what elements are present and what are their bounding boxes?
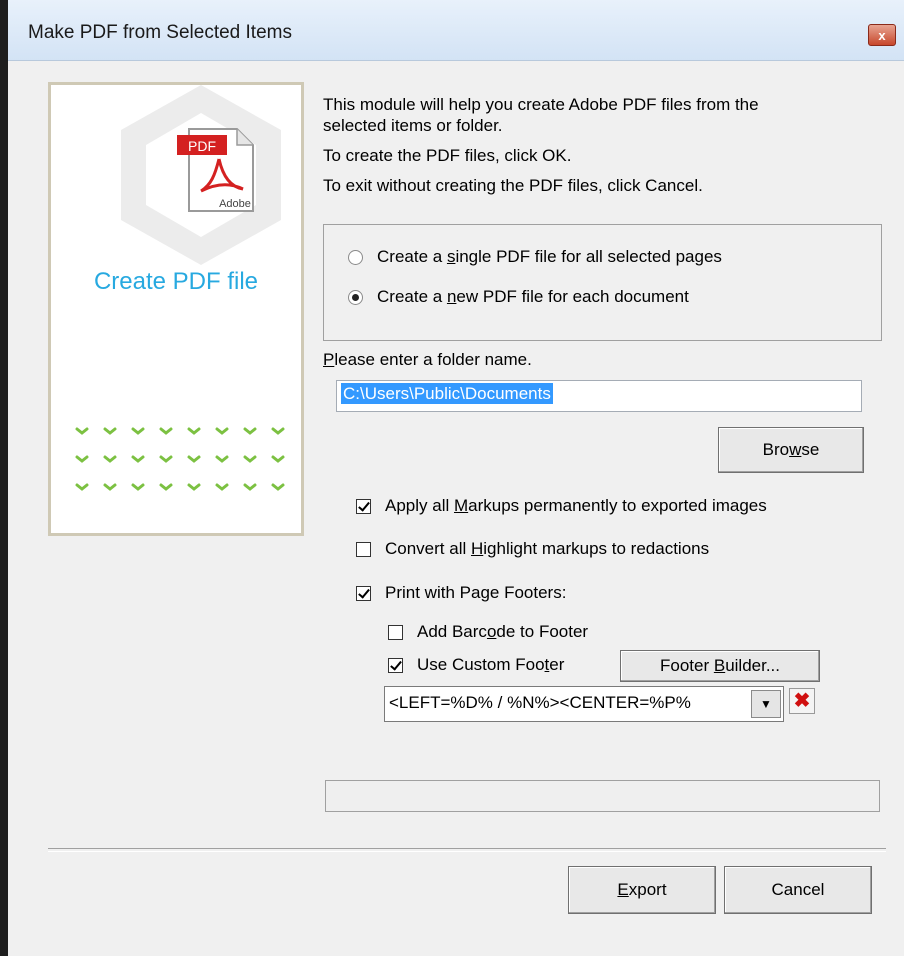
add-barcode-label: Add Barcode to Footer: [417, 622, 589, 641]
browse-button[interactable]: Browse: [718, 427, 864, 473]
pdf-icon-label: PDF: [188, 138, 216, 154]
intro-text-line3: To create the PDF files, click OK.: [323, 146, 572, 165]
side-panel: PDF Adobe Create PDF file: [48, 82, 304, 536]
dialog-window: Make PDF from Selected Items x PDF Adobe…: [0, 0, 904, 956]
output-mode-group: Create a single PDF file for all selecte…: [323, 224, 882, 341]
pdf-file-icon: PDF Adobe: [177, 128, 254, 212]
window-title: Make PDF from Selected Items: [28, 22, 292, 43]
radio-each-indicator[interactable]: [348, 289, 363, 305]
cancel-button[interactable]: Cancel: [724, 866, 872, 914]
add-barcode-option[interactable]: Add Barcode to Footer: [388, 622, 588, 642]
divider: [48, 848, 886, 852]
intro-text-line1: This module will help you create Adobe P…: [323, 95, 759, 114]
footer-format-combo[interactable]: <LEFT=%D% / %N%><CENTER=%P% ▼: [384, 686, 784, 722]
print-footers-label: Print with Page Footers:: [385, 583, 567, 602]
pdf-icon-brand: Adobe: [219, 198, 251, 210]
print-footers-option[interactable]: Print with Page Footers:: [356, 583, 566, 603]
radio-single-label: Create a single PDF file for all selecte…: [377, 247, 722, 266]
side-panel-title: Create PDF file: [93, 268, 259, 295]
folder-input-value: C:\Users\Public\Documents: [341, 383, 553, 404]
export-button[interactable]: Export: [568, 866, 716, 914]
progress-bar: [325, 780, 880, 812]
intro-text-line4: To exit without creating the PDF files, …: [323, 176, 703, 195]
apply-markups-checkbox[interactable]: [356, 498, 371, 514]
delete-footer-icon[interactable]: ✖: [789, 688, 815, 714]
convert-highlight-label: Convert all Highlight markups to redacti…: [385, 539, 710, 558]
chevron-pattern-icon: [75, 427, 285, 491]
apply-markups-label: Apply all Markups permanently to exporte…: [385, 496, 767, 515]
footer-format-value: <LEFT=%D% / %N%><CENTER=%P%: [389, 693, 691, 712]
add-barcode-checkbox[interactable]: [388, 624, 403, 640]
intro-text-line2: selected items or folder.: [323, 116, 503, 135]
convert-highlight-option[interactable]: Convert all Highlight markups to redacti…: [356, 539, 709, 559]
custom-footer-label: Use Custom Footer: [417, 655, 565, 674]
radio-single-pdf[interactable]: Create a single PDF file for all selecte…: [348, 247, 722, 267]
footer-builder-button[interactable]: Footer Builder...: [620, 650, 820, 682]
radio-each-label: Create a new PDF file for each document: [377, 287, 689, 306]
apply-markups-option[interactable]: Apply all Markups permanently to exporte…: [356, 496, 767, 516]
radio-single-indicator[interactable]: [348, 249, 363, 265]
folder-input[interactable]: C:\Users\Public\Documents: [336, 380, 862, 412]
folder-label: Please enter a folder name.: [323, 350, 532, 369]
radio-new-pdf-each[interactable]: Create a new PDF file for each document: [348, 287, 689, 307]
title-bar[interactable]: Make PDF from Selected Items x: [8, 0, 904, 61]
custom-footer-checkbox[interactable]: [388, 657, 403, 673]
print-footers-checkbox[interactable]: [356, 585, 371, 601]
close-button[interactable]: x: [868, 24, 896, 46]
custom-footer-option[interactable]: Use Custom Footer: [388, 655, 564, 675]
convert-highlight-checkbox[interactable]: [356, 541, 371, 557]
dropdown-arrow-icon[interactable]: ▼: [751, 690, 781, 718]
